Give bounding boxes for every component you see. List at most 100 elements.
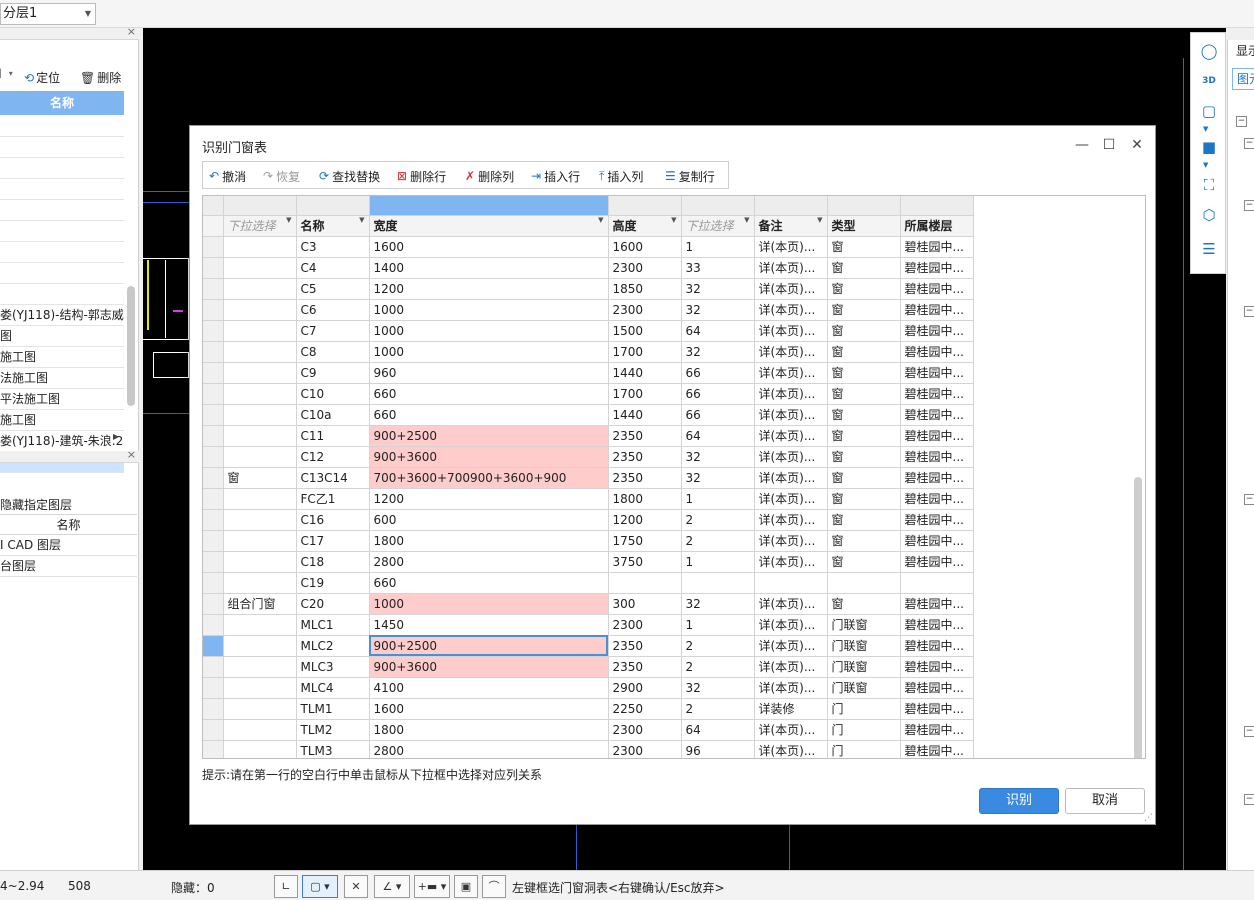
table-cell[interactable]: 900+2500 — [369, 425, 609, 447]
table-cell[interactable]: 1750 — [608, 530, 682, 552]
table-cell[interactable]: TLM1 — [296, 698, 370, 720]
table-cell[interactable]: C10a — [296, 404, 370, 426]
cross-icon[interactable]: ✕ — [344, 875, 368, 898]
tree-collapse-icon[interactable]: − — [1244, 726, 1254, 737]
undo-button[interactable]: ↶ 撤消 — [209, 167, 246, 185]
snap-rect-icon[interactable]: ▢ ▾ — [302, 875, 338, 898]
table-cell[interactable]: 碧桂园中... — [900, 719, 974, 741]
column-header[interactable]: 类型 — [827, 215, 901, 237]
table-cell[interactable]: 32 — [681, 677, 755, 699]
locate-button[interactable]: ⟲ 定位 — [24, 69, 60, 86]
row-header[interactable] — [203, 551, 224, 573]
table-cell[interactable]: 门联窗 — [827, 635, 901, 657]
table-cell[interactable]: 2300 — [608, 740, 682, 758]
table-cell[interactable]: 窗 — [827, 278, 901, 300]
table-cell[interactable]: 详(本页)... — [754, 509, 828, 531]
table-cell[interactable]: 2 — [681, 698, 755, 720]
row-header[interactable] — [203, 425, 224, 447]
table-cell[interactable]: C19 — [296, 572, 370, 594]
drawing-list-item[interactable]: 娄(YJ118)-结构-郭志威- — [0, 305, 124, 326]
table-cell[interactable]: 碧桂园中... — [900, 677, 974, 699]
table-cell[interactable]: 1000 — [369, 299, 609, 321]
table-cell[interactable]: C8 — [296, 341, 370, 363]
row-header[interactable] — [203, 362, 224, 384]
table-cell[interactable]: 窗 — [827, 383, 901, 405]
mapping-cell[interactable] — [223, 196, 297, 216]
table-cell[interactable]: 2300 — [608, 719, 682, 741]
row-header[interactable] — [203, 593, 224, 615]
table-cell[interactable] — [900, 572, 974, 594]
table-cell[interactable]: 窗 — [827, 530, 901, 552]
table-cell[interactable]: 1 — [681, 236, 755, 258]
table-cell[interactable]: 2350 — [608, 656, 682, 678]
table-cell[interactable]: C17 — [296, 530, 370, 552]
drawing-list-item[interactable] — [0, 200, 124, 221]
table-cell[interactable]: 窗 — [827, 446, 901, 468]
column-header[interactable]: 所属楼层 — [900, 215, 974, 237]
column-header[interactable]: 宽度 ▼ — [369, 215, 609, 237]
layer-select[interactable]: 分层1 ▼ — [0, 3, 96, 25]
layer-row[interactable]: I CAD 图层 — [0, 535, 137, 556]
table-cell[interactable]: 1500 — [608, 320, 682, 342]
table-cell[interactable]: C6 — [296, 299, 370, 321]
table-cell[interactable]: 1 — [681, 488, 755, 510]
row-header[interactable] — [203, 341, 224, 363]
table-cell[interactable]: 1700 — [608, 383, 682, 405]
drawing-list-item[interactable] — [0, 116, 124, 137]
table-cell[interactable]: C11 — [296, 425, 370, 447]
table-cell[interactable] — [827, 572, 901, 594]
table-cell[interactable]: 2 — [681, 635, 755, 657]
row-header[interactable] — [203, 656, 224, 678]
orbit-icon[interactable]: ◯ — [1199, 41, 1219, 61]
table-cell[interactable]: 4100 — [369, 677, 609, 699]
table-cell[interactable]: 1000 — [369, 593, 609, 615]
table-cell[interactable]: 详(本页)... — [754, 467, 828, 489]
column-header[interactable]: 下拉选择 ▼ — [223, 215, 297, 237]
table-cell[interactable]: 2300 — [608, 614, 682, 636]
table-cell[interactable] — [754, 572, 828, 594]
left-toolbar-caret[interactable]: ▏ ▾ — [0, 69, 13, 78]
table-cell[interactable]: 1 — [681, 614, 755, 636]
table-cell[interactable]: 1850 — [608, 278, 682, 300]
minimize-icon[interactable]: — — [1071, 134, 1093, 156]
table-cell[interactable]: 1200 — [369, 278, 609, 300]
table-cell[interactable]: 碧桂园中... — [900, 593, 974, 615]
tree-collapse-icon[interactable]: − — [1244, 306, 1254, 317]
table-cell[interactable]: 窗 — [827, 467, 901, 489]
table-cell[interactable]: 3750 — [608, 551, 682, 573]
table-cell[interactable]: 1200 — [369, 488, 609, 510]
cube-solid-icon[interactable]: ■ — [1199, 137, 1219, 157]
table-cell[interactable] — [223, 320, 297, 342]
drawing-list-item[interactable]: 法施工图 — [0, 368, 124, 389]
table-cell[interactable]: 2350 — [608, 446, 682, 468]
dimension-icon[interactable]: +▬ ▾ — [414, 875, 450, 898]
table-cell[interactable]: C13C14 — [296, 467, 370, 489]
delete-button[interactable]: 🗑 删除 — [80, 69, 121, 86]
chevron-down-icon[interactable]: ▼ — [671, 216, 676, 224]
column-header[interactable]: 备注 ▼ — [754, 215, 828, 237]
table-cell[interactable]: 详(本页)... — [754, 551, 828, 573]
drawing-list-item[interactable]: 施工图 — [0, 347, 124, 368]
table-cell[interactable]: 1000 — [369, 320, 609, 342]
table-cell[interactable] — [223, 383, 297, 405]
table-cell[interactable]: 1400 — [369, 257, 609, 279]
table-cell[interactable]: C5 — [296, 278, 370, 300]
table-cell[interactable]: 64 — [681, 719, 755, 741]
table-cell[interactable]: 碧桂园中... — [900, 551, 974, 573]
table-cell[interactable]: 900+2500 — [369, 635, 609, 657]
table-cell[interactable] — [223, 425, 297, 447]
close-icon[interactable]: × — [127, 25, 136, 38]
table-cell[interactable]: 门联窗 — [827, 614, 901, 636]
mapping-cell[interactable] — [681, 196, 755, 216]
table-cell[interactable]: 碧桂园中... — [900, 656, 974, 678]
table-cell[interactable]: 1440 — [608, 404, 682, 426]
table-cell[interactable]: 详(本页)... — [754, 362, 828, 384]
table-cell[interactable]: 66 — [681, 383, 755, 405]
table-cell[interactable]: C12 — [296, 446, 370, 468]
table-cell[interactable] — [223, 257, 297, 279]
table-cell[interactable]: 600 — [369, 509, 609, 531]
table-cell[interactable]: 32 — [681, 593, 755, 615]
row-header[interactable] — [203, 257, 224, 279]
table-cell[interactable] — [223, 530, 297, 552]
table-cell[interactable]: 门 — [827, 719, 901, 741]
